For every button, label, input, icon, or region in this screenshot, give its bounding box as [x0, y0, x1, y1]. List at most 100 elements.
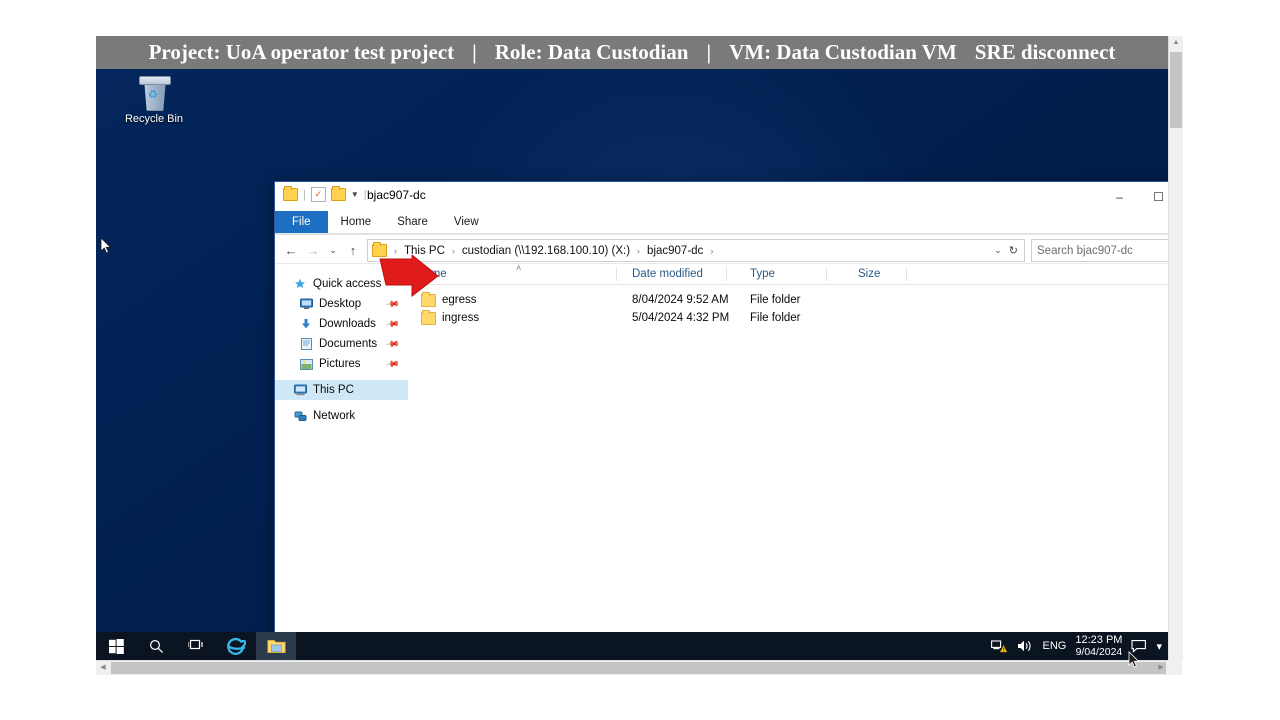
- show-hidden-icons-chevron-icon[interactable]: ▾: [1156, 640, 1162, 653]
- pin-icon-documents[interactable]: 📌: [385, 336, 400, 352]
- monitor-icon: [299, 297, 313, 311]
- window-controls: – ☐ ✕: [1100, 182, 1168, 211]
- column-divider-2[interactable]: [726, 267, 727, 281]
- explorer-body: Quick access Desktop 📌 Downloads 📌 Docum…: [275, 263, 1168, 632]
- customize-qat-chevron-icon[interactable]: ▼: [351, 190, 359, 199]
- file-type-cell: File folder: [750, 312, 801, 324]
- up-button[interactable]: ↑: [343, 241, 363, 261]
- search-box[interactable]: Search bjac907-dc 🔍: [1031, 239, 1168, 262]
- breadcrumb-custodian-share[interactable]: custodian (\\192.168.100.10) (X:): [462, 245, 630, 257]
- pin-icon-downloads[interactable]: 📌: [385, 316, 400, 332]
- column-header-type[interactable]: Type: [742, 268, 850, 280]
- breadcrumb-folder-icon: [372, 242, 387, 257]
- folder-icon: [266, 640, 286, 653]
- refresh-icon[interactable]: ↻: [1009, 244, 1018, 257]
- sidebar-label-pictures: Pictures: [319, 358, 361, 370]
- column-divider-3[interactable]: [826, 267, 827, 281]
- sidebar-label-this-pc: This PC: [313, 384, 354, 396]
- internet-explorer-button[interactable]: [216, 632, 256, 660]
- mouse-cursor-icon: [100, 237, 112, 254]
- sidebar-item-pictures[interactable]: Pictures 📌: [275, 354, 407, 374]
- network-warning-icon[interactable]: [990, 639, 1008, 653]
- sidebar-item-downloads[interactable]: Downloads 📌: [275, 314, 407, 334]
- maximize-button[interactable]: ☐: [1139, 182, 1168, 211]
- page-vertical-scrollbar[interactable]: ▲: [1168, 36, 1183, 660]
- file-name-cell[interactable]: egress: [408, 291, 624, 307]
- explorer-folder-icon: [283, 186, 298, 201]
- new-folder-icon[interactable]: [330, 186, 346, 201]
- sidebar-item-network[interactable]: Network: [275, 406, 407, 426]
- clock[interactable]: 12:23 PM 9/04/2024: [1075, 634, 1122, 658]
- sidebar-label-desktop: Desktop: [319, 298, 362, 310]
- minimize-button[interactable]: –: [1100, 182, 1139, 211]
- quick-access-toolbar: | ✓ ▼ |: [283, 186, 367, 202]
- tab-home[interactable]: Home: [328, 211, 385, 233]
- horizontal-scrollbar-thumb[interactable]: [111, 662, 1166, 674]
- sidebar-item-this-pc[interactable]: This PC: [275, 380, 425, 400]
- breadcrumb-separator-3: ›: [710, 245, 714, 256]
- picture-icon: [299, 357, 313, 371]
- forward-button[interactable]: →: [303, 241, 323, 261]
- column-divider-1[interactable]: [616, 267, 617, 281]
- desktop-icon-recycle-bin[interactable]: ♻ Recycle Bin: [116, 75, 192, 125]
- sidebar-item-documents[interactable]: Documents 📌: [275, 334, 407, 354]
- pin-icon-desktop[interactable]: 📌: [385, 296, 400, 312]
- tab-file[interactable]: File: [275, 211, 328, 233]
- document-icon: [299, 337, 313, 351]
- breadcrumb-this-pc[interactable]: This PC: [404, 245, 445, 257]
- file-name-cell[interactable]: ingress: [408, 309, 624, 325]
- address-bar: ← → ⌄ ↑ › This PC › custodian (\\192.168…: [275, 235, 1168, 263]
- breadcrumb-bjac907-dc[interactable]: bjac907-dc: [647, 245, 703, 257]
- language-indicator[interactable]: ENG: [1043, 640, 1067, 652]
- folder-icon: [421, 291, 436, 307]
- scroll-left-arrow-icon[interactable]: ◀: [96, 661, 110, 675]
- system-tray: ENG 12:23 PM 9/04/2024 ▾: [990, 634, 1168, 658]
- back-button[interactable]: ←: [281, 241, 301, 261]
- file-date-cell: 5/04/2024 4:32 PM: [632, 312, 730, 324]
- banner-vm-label: VM: Data Custodian VM: [729, 40, 957, 64]
- banner-role-label: Role: Data Custodian: [494, 40, 689, 64]
- breadcrumb-bar[interactable]: › This PC › custodian (\\192.168.100.10)…: [367, 239, 1025, 262]
- table-row[interactable]: ingress 5/04/2024 4:32 PM File folder: [408, 309, 1168, 327]
- column-label-type: Type: [750, 268, 775, 280]
- breadcrumb-separator-2: ›: [637, 245, 641, 256]
- speaker-icon[interactable]: [1017, 639, 1034, 653]
- search-input[interactable]: Search bjac907-dc: [1037, 245, 1168, 257]
- file-name-egress: egress: [442, 294, 477, 306]
- tab-share[interactable]: Share: [384, 211, 441, 233]
- recycle-bin-icon: ♻: [137, 75, 171, 111]
- tab-view[interactable]: View: [441, 211, 492, 233]
- properties-icon[interactable]: ✓: [310, 187, 326, 202]
- scroll-up-arrow-icon[interactable]: ▲: [1169, 36, 1183, 50]
- sidebar-label-downloads: Downloads: [319, 318, 376, 330]
- column-header-name[interactable]: ˄ Name: [408, 263, 624, 280]
- column-divider-4[interactable]: [906, 267, 907, 281]
- task-view-button[interactable]: [176, 632, 216, 660]
- page-horizontal-scrollbar[interactable]: ◀ ▶: [96, 660, 1182, 675]
- breadcrumb-separator-0: ›: [394, 245, 397, 256]
- start-button[interactable]: [96, 632, 136, 660]
- file-name-ingress: ingress: [442, 312, 480, 324]
- search-button[interactable]: [136, 632, 176, 660]
- file-list-pane: ˄ Name Date modified Type Size egress 8/…: [408, 263, 1168, 632]
- ribbon-tab-bar: File Home Share View ⌄ ?: [275, 211, 1168, 234]
- column-header-date-modified[interactable]: Date modified: [624, 268, 742, 280]
- file-explorer-button[interactable]: [256, 632, 296, 660]
- banner-project-label: Project: UoA operator test project: [148, 40, 455, 64]
- recent-locations-button[interactable]: ⌄: [325, 241, 341, 261]
- scroll-right-arrow-icon[interactable]: ▶: [1154, 661, 1168, 675]
- windows-logo-icon: [108, 638, 124, 654]
- address-history-chevron-icon[interactable]: ⌄: [994, 245, 1002, 256]
- column-label-name: Name: [416, 268, 447, 280]
- pin-icon-pictures[interactable]: 📌: [385, 356, 400, 372]
- sidebar-item-quick-access[interactable]: Quick access: [275, 274, 407, 294]
- download-arrow-icon: [299, 317, 313, 331]
- sre-disconnect-button[interactable]: SRE disconnect: [975, 40, 1116, 65]
- vertical-scrollbar-thumb[interactable]: [1170, 52, 1182, 128]
- file-type-cell: File folder: [750, 294, 801, 306]
- column-header-size[interactable]: Size: [850, 268, 938, 280]
- sort-ascending-icon: ˄: [516, 263, 522, 273]
- table-row[interactable]: egress 8/04/2024 9:52 AM File folder: [408, 291, 1168, 309]
- taskbar: ENG 12:23 PM 9/04/2024 ▾: [96, 632, 1168, 668]
- sidebar-item-desktop[interactable]: Desktop 📌: [275, 294, 407, 314]
